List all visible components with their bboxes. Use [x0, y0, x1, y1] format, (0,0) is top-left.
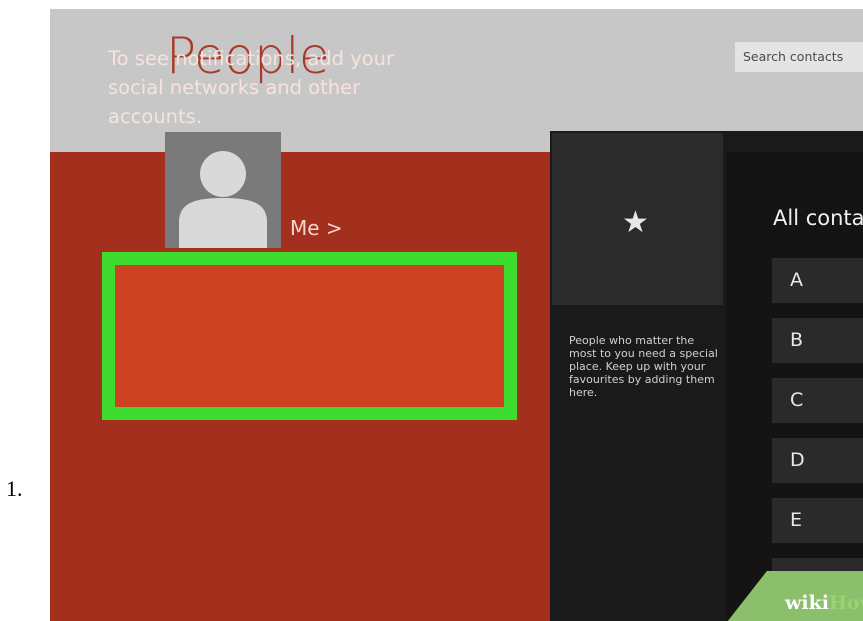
all-contacts-heading: All conta — [773, 206, 863, 230]
star-icon: ★ — [622, 205, 649, 240]
letter-tile-a[interactable]: A — [772, 258, 863, 303]
list-number: 1. — [6, 476, 23, 501]
people-app-screen: People Search contacts Me > To see notif… — [50, 9, 863, 621]
me-link[interactable]: Me > — [290, 216, 343, 240]
favourites-description: People who matter the most to you need a… — [569, 334, 718, 399]
highlight-frame — [102, 252, 517, 420]
letter-tile-e[interactable]: E — [772, 498, 863, 543]
letter-tile-b[interactable]: B — [772, 318, 863, 363]
person-silhouette-icon — [179, 151, 267, 248]
search-input[interactable]: Search contacts — [735, 42, 863, 72]
notification-notice[interactable] — [115, 265, 504, 407]
letter-tile-c[interactable]: C — [772, 378, 863, 423]
avatar[interactable] — [165, 132, 281, 248]
watermark-text: wikiHow — [785, 592, 863, 614]
letter-tile-d[interactable]: D — [772, 438, 863, 483]
watermark-wiki: wiki — [785, 592, 829, 614]
notification-message: To see notifications, add your social ne… — [108, 47, 395, 128]
watermark-how: How — [828, 592, 863, 614]
favourites-tile[interactable]: ★ — [552, 133, 723, 305]
